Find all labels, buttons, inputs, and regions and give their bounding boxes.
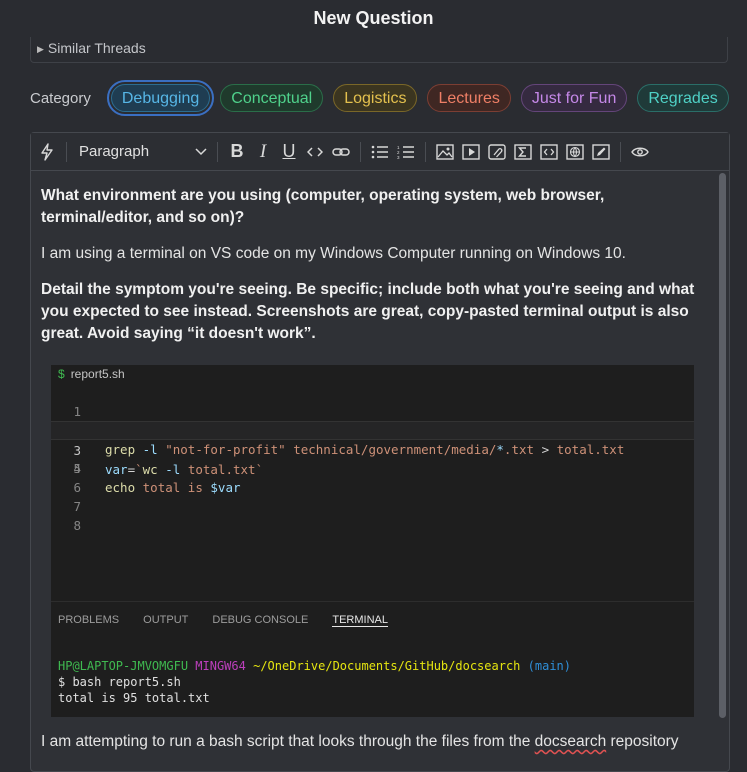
paragraph-attempt: I am attempting to run a bash script tha… [41, 733, 679, 751]
toolbar-divider [620, 141, 621, 162]
file-name-label: $ report5.sh [58, 367, 125, 381]
expand-triangle-icon: ▶ [37, 44, 44, 54]
question-environment: What environment are you using (computer… [41, 187, 605, 226]
web-embed-icon[interactable] [562, 139, 588, 165]
file-prompt: $ [58, 367, 65, 381]
question-symptom: Detail the symptom you're seeing. Be spe… [41, 281, 695, 342]
category-chip-regrades[interactable]: Regrades [637, 84, 729, 112]
attempt-text-end: repository [606, 733, 679, 750]
italic-icon[interactable]: I [250, 139, 276, 165]
tab-terminal: TERMINAL [332, 602, 388, 627]
math-icon[interactable] [510, 139, 536, 165]
link-icon[interactable] [328, 139, 354, 165]
toolbar-divider [360, 141, 361, 162]
category-chip-debugging[interactable]: Debugging [106, 80, 215, 116]
tab-output: OUTPUT [143, 614, 189, 626]
paragraph-style-select[interactable]: Paragraph [73, 143, 211, 160]
terminal-command: $ bash report5.sh [58, 675, 181, 689]
line-number: 7 [73, 499, 81, 514]
terminal-user: HP@LAPTOP-JMVOMGFU [58, 659, 189, 673]
tab-problems: PROBLEMS [58, 614, 120, 626]
category-chip-lectures[interactable]: Lectures [427, 84, 511, 112]
panel-tabs: PROBLEMS OUTPUT DEBUG CONSOLE TERMINAL [51, 601, 694, 634]
attachment-icon[interactable] [484, 139, 510, 165]
category-chip-conceptual[interactable]: Conceptual [220, 84, 324, 112]
editor-scrollbar[interactable] [719, 173, 726, 718]
bold-icon[interactable]: B [224, 139, 250, 165]
file-name: report5.sh [70, 367, 125, 381]
editor-content[interactable]: What environment are you using (computer… [41, 185, 711, 359]
code-line: 2 grep -l "not-for-profit" technical/gov… [51, 402, 694, 457]
line-number: 8 [73, 518, 81, 533]
line-number: 5 [73, 461, 81, 476]
code-line: 5 [51, 459, 694, 478]
question-editor: Paragraph B I U 123 What environment are… [30, 132, 730, 772]
embedded-screenshot: $ report5.sh 1 set -e 2 grep -l "not-for-… [51, 365, 694, 717]
terminal-path: ~/OneDrive/Documents/GitHub/docsearch [253, 659, 521, 673]
code-line: 8 [51, 516, 694, 535]
image-icon[interactable] [432, 139, 458, 165]
code-line: 6 [51, 478, 694, 497]
tab-debug-console: DEBUG CONSOLE [212, 614, 309, 626]
category-row: Category Debugging Conceptual Logistics … [30, 80, 739, 116]
terminal-branch: (main) [527, 659, 571, 673]
category-chip-logistics[interactable]: Logistics [333, 84, 418, 112]
window-title: New Question [0, 0, 747, 37]
code-line: 1 set -e [51, 383, 694, 438]
code-line: 7 [51, 497, 694, 516]
category-chip-just-for-fun[interactable]: Just for Fun [520, 84, 628, 112]
toolbar-divider [217, 141, 218, 162]
preview-icon[interactable] [627, 139, 653, 165]
code-line: 4 echo total is $var [51, 440, 694, 495]
code-line-active: 3 var=`wc -l total.txt` [51, 421, 694, 477]
draw-icon[interactable] [588, 139, 614, 165]
numbered-list-icon[interactable]: 123 [393, 139, 419, 165]
code-icon[interactable] [302, 139, 328, 165]
underline-icon[interactable]: U [276, 139, 302, 165]
video-icon[interactable] [458, 139, 484, 165]
terminal-shell: MINGW64 [195, 659, 246, 673]
terminal-result: total is 95 total.txt [58, 691, 210, 705]
editor-toolbar: Paragraph B I U 123 [31, 133, 729, 171]
bullet-list-icon[interactable] [367, 139, 393, 165]
similar-threads-label: Similar Threads [47, 40, 146, 56]
attempt-text-start: I am attempting to run a bash script tha… [41, 733, 535, 750]
code-block-icon[interactable] [536, 139, 562, 165]
answer-environment: I am using a terminal on VS code on my W… [41, 245, 626, 262]
similar-threads-toggle[interactable]: ▶ Similar Threads [30, 37, 728, 63]
terminal-output: HP@LAPTOP-JMVOMGFU MINGW64 ~/OneDrive/Do… [58, 658, 571, 706]
misspelled-word: docsearch [534, 733, 607, 750]
line-number: 6 [73, 480, 81, 495]
toolbar-divider [66, 141, 67, 162]
paragraph-style-label: Paragraph [79, 143, 150, 160]
lightning-icon[interactable] [34, 139, 60, 165]
category-label: Category [30, 89, 91, 107]
chevron-down-icon [195, 147, 207, 155]
toolbar-divider [425, 141, 426, 162]
svg-text:3: 3 [397, 155, 400, 159]
